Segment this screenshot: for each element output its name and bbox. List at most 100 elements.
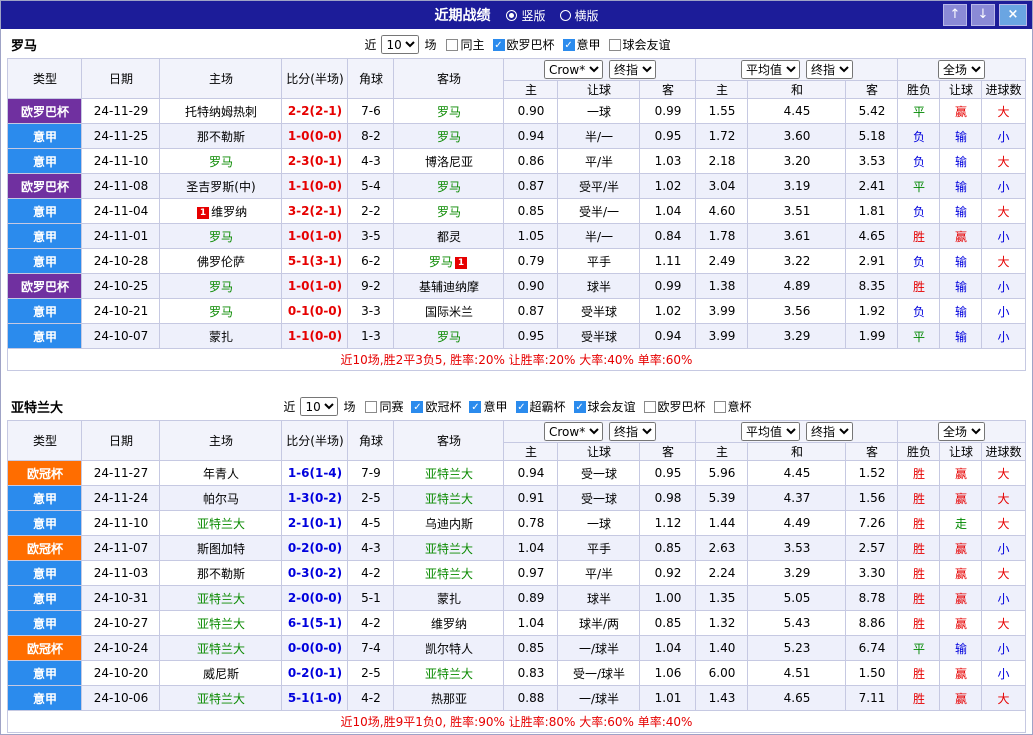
table-body: 欧罗巴杯 24-11-29 托特纳姆热刺 2-2(2-1) 7-6 罗马 0.90 一球 0.9… [7,98,1026,349]
filter-checkbox-label: 欧罗巴杯 [657,400,706,414]
checkbox-checked-icon[interactable]: ✓ [562,38,575,51]
sub-column-header: 和 [747,80,847,99]
euro-away-odds: 1.56 [845,485,899,511]
layout-radio-horizontal[interactable]: 横版 [559,7,599,24]
filter-checkbox[interactable]: ✓ 球会友谊 [573,398,636,415]
filter-checkbox[interactable]: ✓ 欧冠杯 [411,398,461,415]
league-badge: 意甲 [7,123,83,149]
handicap-line: 球半 [557,273,641,299]
checkbox-unchecked-icon[interactable] [608,38,621,51]
filter-checkbox[interactable]: 同主 [446,36,485,53]
handicap-line: 半/一 [557,123,641,149]
league-badge: 意甲 [7,248,83,274]
handicap-final-index-select[interactable]: 终指 [608,60,656,79]
home-team-cell: 亚特兰大 [159,510,283,536]
euro-home-odds: 2.49 [695,248,749,274]
handicap-home-odds: 0.90 [503,98,559,124]
euro-away-odds: 1.52 [845,460,899,486]
full-match-select[interactable]: 全场 [937,422,985,441]
checkbox-unchecked-icon[interactable] [365,400,378,413]
average-odds-select[interactable]: 平均值 [740,60,800,79]
handicap-result: 赢 [939,485,983,511]
match-date: 24-11-25 [81,123,161,149]
move-down-icon[interactable]: ↓ [971,4,995,26]
checkbox-checked-icon[interactable]: ✓ [573,400,586,413]
corner-score: 6-2 [347,248,395,274]
handicap-line: 半/一 [557,223,641,249]
filter-checkbox[interactable]: ✓ 意甲 [562,36,601,53]
goals-over-under-result: 小 [981,535,1026,561]
radio-button-icon[interactable] [506,9,518,21]
match-score: 1-6(1-4) [281,460,349,486]
radio-label: 横版 [574,8,599,23]
home-team-name: 维罗纳 [211,204,248,219]
handicap-home-odds: 0.97 [503,560,559,586]
euro-draw-odds: 4.89 [747,273,847,299]
home-team-name: 亚特兰大 [196,691,245,706]
euro-draw-odds: 4.51 [747,660,847,686]
average-odds-select[interactable]: 平均值 [740,422,800,441]
filter-checkbox[interactable]: 球会友谊 [608,36,671,53]
checkbox-checked-icon[interactable]: ✓ [492,38,505,51]
close-icon[interactable]: × [999,4,1027,26]
away-team-name: 国际米兰 [424,304,473,319]
win-draw-loss-result: 胜 [897,460,941,486]
europe-final-index-select[interactable]: 终指 [805,422,853,441]
table-body: 欧冠杯 24-11-27 年青人 1-6(1-4) 7-9 亚特兰大 0.94 受一球 0.95… [7,460,1026,711]
home-team-name: 亚特兰大 [196,616,245,631]
checkbox-unchecked-icon[interactable] [446,38,459,51]
home-team-cell: 亚特兰大 [159,635,283,661]
filter-checkbox[interactable]: 意杯 [713,398,752,415]
corner-score: 7-4 [347,635,395,661]
sub-column-header: 主 [695,442,749,461]
handicap-home-odds: 0.95 [503,323,559,349]
checkbox-checked-icon[interactable]: ✓ [515,400,528,413]
filter-checkbox[interactable]: 欧罗巴杯 [643,398,706,415]
move-up-icon[interactable]: ↑ [943,4,967,26]
handicap-home-odds: 0.87 [503,173,559,199]
away-team-cell: 罗马 [393,98,505,124]
radio-button-icon[interactable] [559,9,571,21]
bookmaker-select[interactable]: Crow* [543,60,603,79]
recent-count-select[interactable]: 10 [381,35,420,54]
handicap-line: 一/球半 [557,635,641,661]
bookmaker-select[interactable]: Crow* [543,422,603,441]
filter-checkbox[interactable]: 同赛 [365,398,403,415]
euro-draw-odds: 3.22 [747,248,847,274]
euro-home-odds: 1.35 [695,585,749,611]
handicap-result: 赢 [939,660,983,686]
handicap-line: 受半球 [557,323,641,349]
full-match-select[interactable]: 全场 [937,60,985,79]
radio-label: 竖版 [521,8,546,23]
away-team-name: 亚特兰大 [424,566,473,581]
match-date: 24-11-29 [81,98,161,124]
checkbox-unchecked-icon[interactable] [713,400,726,413]
euro-draw-odds: 3.60 [747,123,847,149]
recent-count-select[interactable]: 10 [300,397,339,416]
handicap-away-odds: 0.99 [639,98,697,124]
handicap-final-index-select[interactable]: 终指 [608,422,656,441]
layout-radio-vertical[interactable]: 竖版 [506,7,546,24]
handicap-line: 受半球 [557,298,641,324]
euro-home-odds: 1.32 [695,610,749,636]
goals-over-under-result: 大 [981,510,1026,536]
filter-checkbox[interactable]: ✓ 意甲 [469,398,508,415]
home-team-name: 罗马 [208,154,233,169]
handicap-away-odds: 0.94 [639,323,697,349]
filter-checkbox[interactable]: ✓ 超霸杯 [515,398,566,415]
match-row: 意甲 24-10-07 蒙扎 1-1(0-0) 1-3 罗马 0.95 受半球 0.94 3.99… [7,323,1026,349]
checkbox-unchecked-icon[interactable] [643,400,656,413]
away-team-cell: 罗马 [393,323,505,349]
checkbox-checked-icon[interactable]: ✓ [411,400,424,413]
match-score: 0-2(0-1) [281,660,349,686]
checkbox-checked-icon[interactable]: ✓ [469,400,482,413]
goals-over-under-result: 大 [981,685,1026,711]
match-score: 3-2(2-1) [281,198,349,224]
home-team-name: 蒙扎 [208,329,233,344]
filter-checkbox[interactable]: ✓ 欧罗巴杯 [492,36,555,53]
column-header: 比分(半场) [281,58,349,99]
handicap-away-odds: 1.00 [639,585,697,611]
europe-final-index-select[interactable]: 终指 [805,60,853,79]
goals-over-under-result: 小 [981,635,1026,661]
euro-home-odds: 1.43 [695,685,749,711]
